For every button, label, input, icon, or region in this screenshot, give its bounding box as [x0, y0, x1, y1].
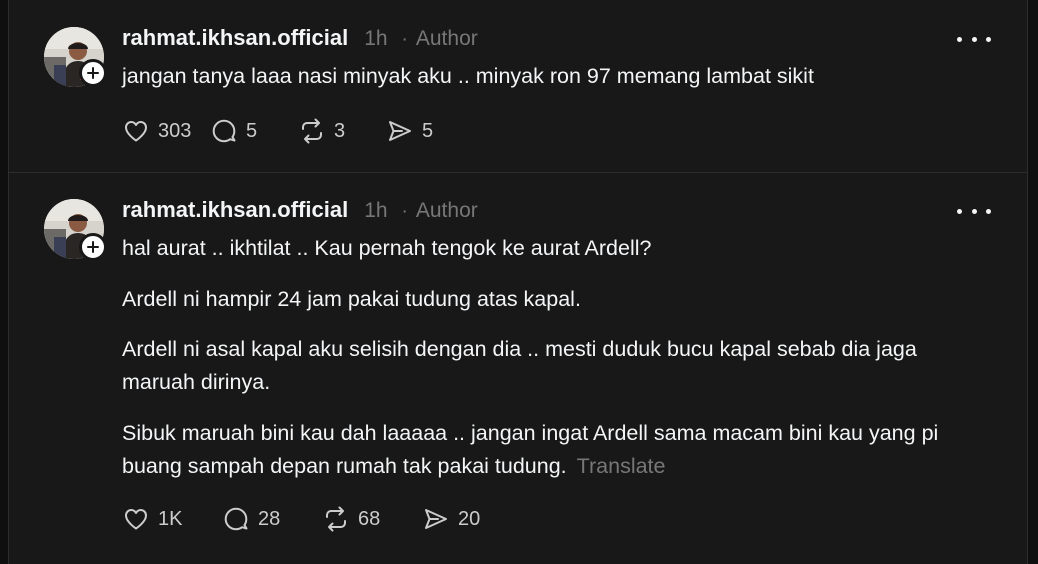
comment-button[interactable]: 5	[210, 117, 298, 145]
heart-icon	[125, 121, 147, 142]
share-count: 5	[422, 119, 434, 142]
more-options-button[interactable]	[957, 204, 991, 218]
post-header: rahmat.ikhsan.official 1h · Author	[122, 197, 478, 223]
post-paragraph: Sibuk maruah bini kau dah laaaaa .. jang…	[122, 421, 939, 478]
more-horizontal-icon	[957, 36, 962, 42]
comment-count: 28	[258, 507, 281, 530]
username-link[interactable]: rahmat.ikhsan.official	[122, 197, 348, 223]
like-button[interactable]: 1K	[122, 505, 222, 533]
heart-icon	[125, 509, 147, 530]
author-badge: Author	[415, 199, 478, 222]
thread-post: rahmat.ikhsan.official 1h · Author janga…	[9, 0, 1027, 173]
post-text: jangan tanya laaa nasi minyak aku .. min…	[122, 64, 814, 88]
repost-button[interactable]: 3	[298, 117, 386, 145]
repost-count: 68	[358, 507, 381, 530]
repost-button[interactable]: 68	[322, 505, 422, 533]
post-timestamp[interactable]: 1h	[364, 199, 387, 223]
comment-bubble-icon	[212, 119, 236, 143]
like-count: 1K	[158, 507, 183, 530]
separator-dot: ·	[401, 201, 408, 222]
post-paragraph: Ardell ni hampir 24 jam pakai tudung ata…	[122, 287, 581, 311]
comment-button[interactable]: 28	[222, 505, 322, 533]
action-bar: 303 5 3 5	[122, 116, 474, 146]
separator-dot: ·	[401, 29, 408, 50]
follow-button[interactable]	[79, 233, 107, 261]
post-timestamp[interactable]: 1h	[364, 27, 387, 51]
share-count: 20	[458, 507, 481, 530]
repost-icon	[302, 118, 322, 144]
repost-count: 3	[334, 119, 346, 142]
post-paragraph-last: Sibuk maruah bini kau dah laaaaa .. jang…	[122, 417, 982, 483]
share-button[interactable]: 5	[386, 117, 474, 145]
post-paragraph: hal aurat .. ikhtilat .. Kau pernah teng…	[122, 236, 652, 260]
comment-count: 5	[246, 119, 258, 142]
action-bar: 1K 28 68 20	[122, 504, 522, 534]
post-paragraph: Ardell ni asal kapal aku selisih dengan …	[122, 337, 917, 394]
like-count: 303	[158, 119, 192, 142]
plus-icon	[87, 241, 99, 253]
author-badge: Author	[415, 27, 478, 50]
share-button[interactable]: 20	[422, 505, 522, 533]
send-icon	[425, 509, 447, 529]
more-horizontal-icon	[957, 208, 962, 214]
thread-feed: rahmat.ikhsan.official 1h · Author janga…	[8, 0, 1028, 564]
like-button[interactable]: 303	[122, 117, 210, 145]
repost-icon	[326, 506, 346, 532]
follow-button[interactable]	[79, 59, 107, 87]
send-icon	[389, 121, 411, 141]
comment-bubble-icon	[224, 507, 248, 531]
post-header: rahmat.ikhsan.official 1h · Author	[122, 25, 478, 51]
thread-post: rahmat.ikhsan.official 1h · Author hal a…	[9, 174, 1027, 564]
more-options-button[interactable]	[957, 32, 991, 46]
username-link[interactable]: rahmat.ikhsan.official	[122, 25, 348, 51]
plus-icon	[87, 67, 99, 79]
translate-link[interactable]: Translate	[577, 454, 666, 478]
